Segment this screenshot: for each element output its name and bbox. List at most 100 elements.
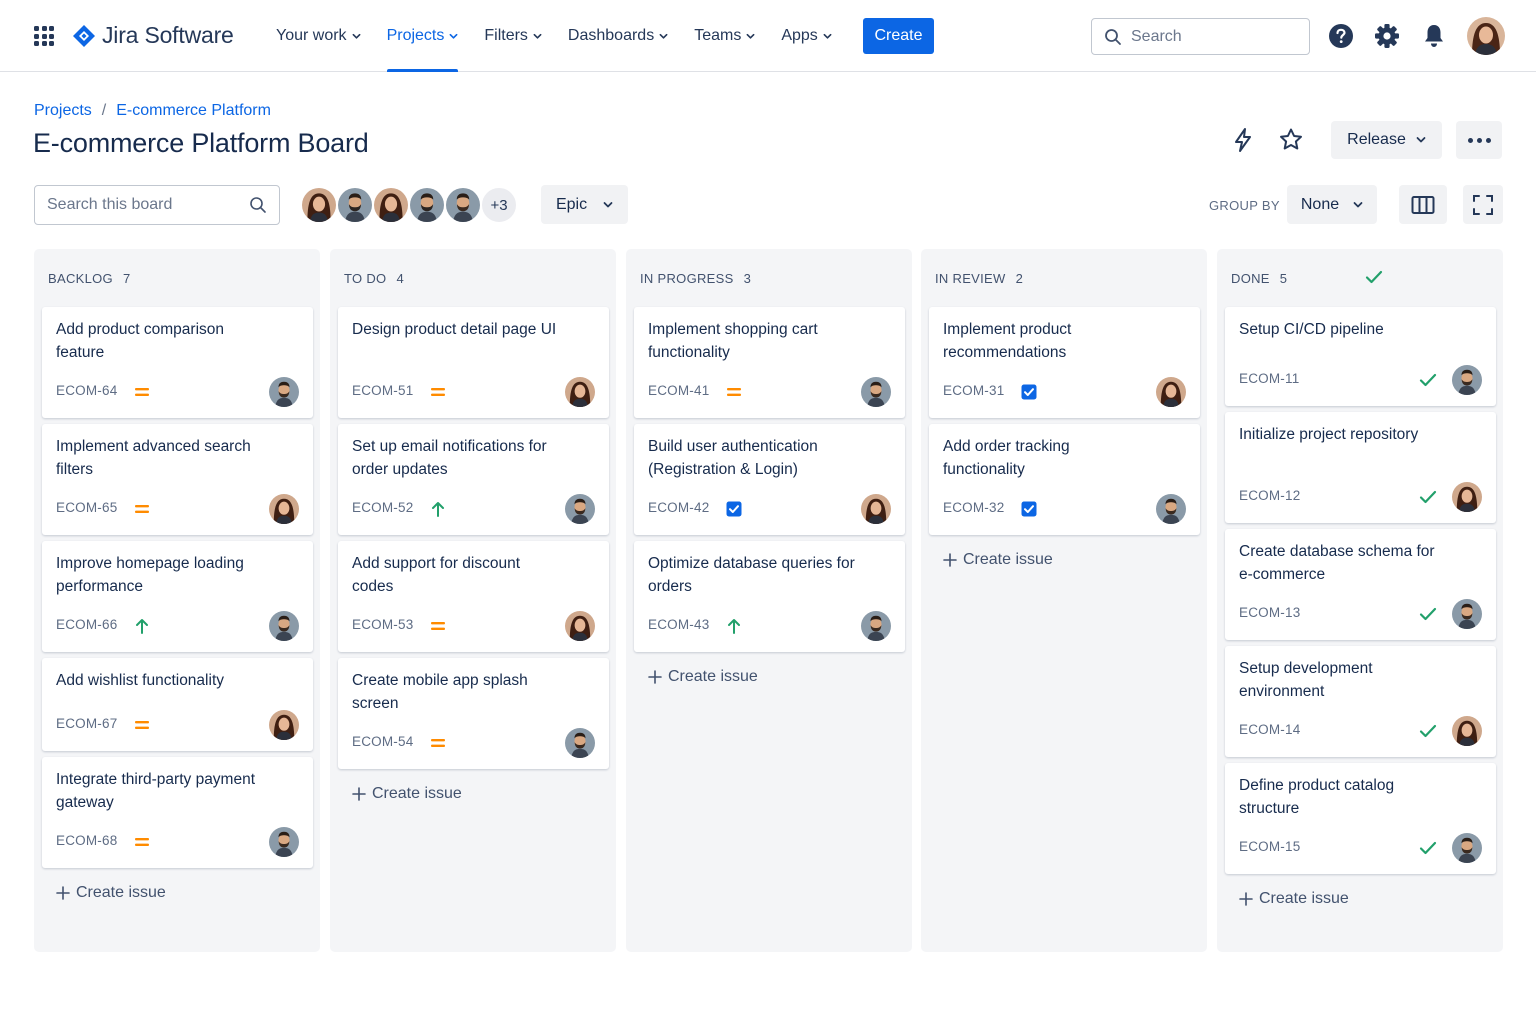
nav-item-label: Teams	[694, 27, 742, 44]
jira-logo[interactable]: Jira Software	[72, 22, 234, 49]
team-member-avatar[interactable]	[300, 186, 338, 224]
column-title: IN PROGRESS	[640, 271, 734, 286]
automation-icon[interactable]	[1229, 126, 1257, 154]
team-member-avatar[interactable]	[408, 186, 446, 224]
issue-key: ECOM-42	[648, 500, 710, 515]
assignee-avatar[interactable]	[565, 611, 595, 641]
issue-card[interactable]: Add order tracking functionality ECOM-32	[929, 424, 1200, 535]
nav-item-dashboards[interactable]: Dashboards	[556, 0, 680, 72]
assignee-avatar[interactable]	[269, 827, 299, 857]
assignee-avatar[interactable]	[269, 611, 299, 641]
assignee-avatar[interactable]	[1452, 716, 1482, 746]
issue-title: Improve homepage loading performance	[56, 555, 244, 595]
nav-item-projects[interactable]: Projects	[375, 0, 471, 72]
issue-card[interactable]: Implement shopping cart functionality ECO…	[634, 307, 905, 418]
issue-card[interactable]: Create mobile app splash screen ECOM-54	[338, 658, 609, 769]
create-issue-button[interactable]: Create issue	[352, 785, 462, 803]
issue-card[interactable]: Add support for discount codes ECOM-53	[338, 541, 609, 652]
global-search[interactable]	[1091, 18, 1310, 55]
assignee-avatar[interactable]	[269, 710, 299, 740]
nav-item-your-work[interactable]: Your work	[264, 0, 373, 72]
issue-card[interactable]: Integrate third-party payment gateway ECO…	[42, 757, 313, 868]
avatar-image	[1156, 494, 1186, 524]
create-issue-button[interactable]: Create issue	[56, 884, 166, 902]
issue-title: Add product comparison feature	[56, 321, 225, 361]
assignee-avatar[interactable]	[861, 611, 891, 641]
issue-card[interactable]: Add wishlist functionality ECOM-67	[42, 658, 313, 751]
assignee-avatar[interactable]	[565, 728, 595, 758]
avatar-image	[269, 611, 299, 641]
issue-card[interactable]: Design product detail page UI ECOM-51	[338, 307, 609, 418]
column-in-progress: IN PROGRESS 3 Implement shopping cart func…	[626, 249, 912, 952]
board-search[interactable]	[34, 185, 280, 225]
task-checkbox-icon	[1021, 384, 1037, 400]
chevron-down-icon	[533, 33, 542, 39]
global-search-input[interactable]	[1131, 27, 1291, 46]
assignee-avatar[interactable]	[1452, 833, 1482, 863]
assignee-avatar[interactable]	[269, 377, 299, 407]
issue-key: ECOM-52	[352, 500, 414, 515]
issue-card[interactable]: Add product comparison feature ECOM-64	[42, 307, 313, 418]
issue-card[interactable]: Initialize project repository ECOM-12	[1225, 412, 1496, 523]
profile-avatar[interactable]	[1467, 17, 1505, 55]
avatar-image	[565, 611, 595, 641]
issue-key: ECOM-65	[56, 500, 118, 515]
star-icon[interactable]	[1277, 126, 1305, 154]
issue-card[interactable]: Implement product recommendations ECOM-31	[929, 307, 1200, 418]
app-switcher-icon[interactable]	[34, 26, 54, 46]
epic-filter-button[interactable]: Epic	[541, 185, 628, 224]
assignee-avatar[interactable]	[1452, 365, 1482, 395]
issue-card[interactable]: Set up email notifications for order upd…	[338, 424, 609, 535]
issue-card[interactable]: Improve homepage loading performance ECOM…	[42, 541, 313, 652]
help-icon[interactable]	[1327, 22, 1355, 50]
team-member-avatar[interactable]	[336, 186, 374, 224]
assignee-avatar[interactable]	[269, 494, 299, 524]
team-member-avatar[interactable]	[372, 186, 410, 224]
create-issue-button[interactable]: Create issue	[648, 668, 758, 686]
issue-key: ECOM-67	[56, 716, 118, 731]
team-member-avatar[interactable]	[444, 186, 482, 224]
issue-card[interactable]: Optimize database queries for orders ECOM…	[634, 541, 905, 652]
assignee-avatar[interactable]	[1156, 494, 1186, 524]
breadcrumb-project[interactable]: E-commerce Platform	[116, 102, 271, 120]
release-button[interactable]: Release	[1331, 121, 1442, 159]
notifications-icon[interactable]	[1420, 22, 1448, 50]
more-icon[interactable]	[1456, 121, 1502, 159]
nav-item-apps[interactable]: Apps	[769, 0, 843, 72]
column-header: IN REVIEW 2	[935, 271, 1023, 286]
issue-card[interactable]: Define product catalog structure ECOM-15	[1225, 763, 1496, 874]
column-view-button[interactable]	[1399, 185, 1447, 224]
issue-title: Design product detail page UI	[352, 321, 557, 338]
assignee-avatar[interactable]	[565, 494, 595, 524]
plus-icon	[56, 886, 70, 900]
column-count: 2	[1015, 271, 1024, 286]
create-issue-button[interactable]: Create issue	[943, 551, 1053, 569]
group-by-value: None	[1300, 195, 1340, 213]
group-by-select[interactable]: None	[1287, 185, 1377, 224]
create-issue-button[interactable]: Create issue	[1239, 890, 1349, 908]
issue-title: Implement advanced search filters	[56, 438, 251, 478]
assignee-avatar[interactable]	[861, 494, 891, 524]
assignee-avatar[interactable]	[861, 377, 891, 407]
assignee-avatar[interactable]	[1156, 377, 1186, 407]
issue-card[interactable]: Implement advanced search filters ECOM-65	[42, 424, 313, 535]
done-check-icon	[1419, 723, 1437, 739]
settings-icon[interactable]	[1373, 22, 1401, 50]
issue-card[interactable]: Setup development environment ECOM-14	[1225, 646, 1496, 757]
assignee-avatar[interactable]	[1452, 599, 1482, 629]
breadcrumb-projects[interactable]: Projects	[34, 102, 92, 120]
nav-item-teams[interactable]: Teams	[682, 0, 767, 72]
nav-item-filters[interactable]: Filters	[472, 0, 554, 72]
issue-card[interactable]: Setup CI/CD pipeline ECOM-11	[1225, 307, 1496, 406]
issue-card[interactable]: Create database schema for e-commerce ECO…	[1225, 529, 1496, 640]
create-button[interactable]: Create	[863, 18, 934, 54]
assignee-avatar[interactable]	[565, 377, 595, 407]
board-search-input[interactable]	[47, 196, 237, 214]
fullscreen-button[interactable]	[1463, 185, 1503, 224]
primary-nav: Your work Projects Filters Dashboards Teams A…	[264, 0, 846, 72]
column-count: 5	[1279, 271, 1288, 286]
issue-card[interactable]: Build user authentication (Registration …	[634, 424, 905, 535]
more-members-count[interactable]: +3	[480, 186, 518, 224]
assignee-avatar[interactable]	[1452, 482, 1482, 512]
avatar-image	[446, 188, 480, 222]
